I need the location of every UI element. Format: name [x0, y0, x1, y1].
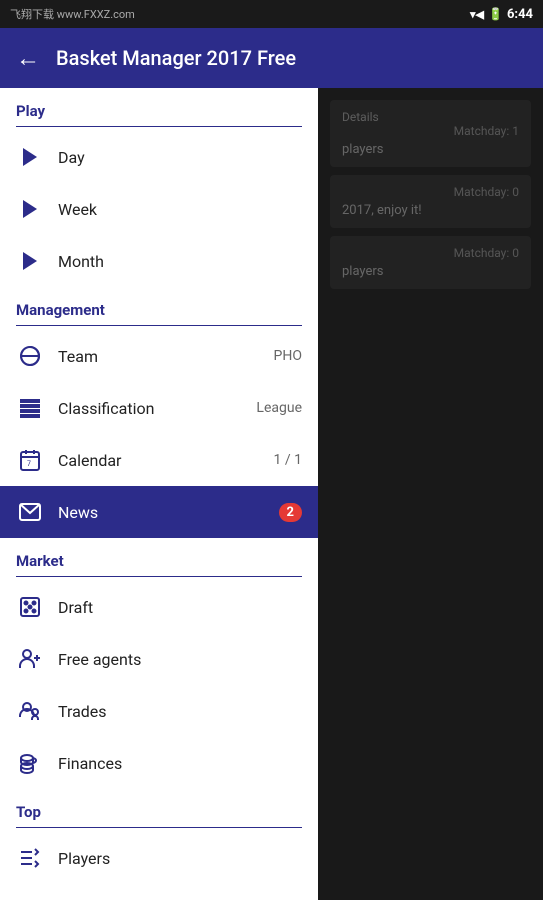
sidebar-item-label-draft: Draft — [58, 598, 302, 617]
sidebar-item-month[interactable]: Month — [0, 235, 318, 287]
rank-icon — [16, 844, 44, 872]
play-icon — [16, 247, 44, 275]
sidebar-item-badge-news: 2 — [279, 503, 302, 522]
sidebar-item-news[interactable]: News 2 — [0, 486, 318, 538]
section-divider-management — [16, 325, 302, 326]
sidebar-item-label-news: News — [58, 503, 265, 522]
list-icon — [16, 394, 44, 422]
sidebar-item-calendar[interactable]: 7 Calendar 1 / 1 — [0, 434, 318, 486]
overlay — [318, 88, 543, 900]
status-left-text: 飞翔下载 www.FXXZ.com — [10, 6, 135, 22]
sidebar-item-sub-calendar: 1 / 1 — [274, 452, 302, 468]
sidebar-item-trades[interactable]: Trades — [0, 685, 318, 737]
sidebar-item-draft[interactable]: Draft — [0, 581, 318, 633]
sidebar-item-team[interactable]: Team PHO — [0, 330, 318, 382]
section-header-top: Top — [0, 789, 318, 827]
sidebar-item-label-classification: Classification — [58, 399, 242, 418]
play-icon — [16, 143, 44, 171]
sidebar-item-finances[interactable]: Finances — [0, 737, 318, 789]
section-divider-top — [16, 827, 302, 828]
swap-icon — [16, 697, 44, 725]
calendar-icon: 7 — [16, 446, 44, 474]
person-add-icon — [16, 645, 44, 673]
mail-icon — [16, 498, 44, 526]
time-display: 6:44 — [507, 7, 533, 22]
basketball-icon — [16, 342, 44, 370]
battery-icon: 🔋 — [488, 7, 503, 21]
svg-text:7: 7 — [27, 460, 31, 468]
sidebar-item-label-month: Month — [58, 252, 302, 271]
sidebar-item-sub-classification: League — [256, 400, 302, 416]
sidebar-item-label-calendar: Calendar — [58, 451, 260, 470]
sidebar-item-label-finances: Finances — [58, 754, 302, 773]
section-divider-play — [16, 126, 302, 127]
main-content: Play Day Week Month Management Team PHO Classif… — [0, 88, 543, 900]
status-bar: 飞翔下载 www.FXXZ.com ▾◀ 🔋 6:44 — [0, 0, 543, 28]
app-title: Basket Manager 2017 Free — [56, 46, 296, 70]
sidebar-item-label-free-agents: Free agents — [58, 650, 302, 669]
section-header-management: Management — [0, 287, 318, 325]
section-divider-market — [16, 576, 302, 577]
sidebar-item-free-agents[interactable]: Free agents — [0, 633, 318, 685]
sidebar-item-sub-team: PHO — [274, 348, 302, 364]
status-right: ▾◀ 🔋 6:44 — [470, 7, 533, 22]
sidebar-item-day[interactable]: Day — [0, 131, 318, 183]
back-button[interactable]: ← — [16, 44, 40, 73]
sidebar-item-label-players: Players — [58, 849, 302, 868]
signal-icon: ▾◀ — [470, 8, 484, 21]
play-icon — [16, 195, 44, 223]
sidebar-item-players[interactable]: Players — [0, 832, 318, 884]
coins-icon — [16, 749, 44, 777]
rank-icon — [16, 896, 44, 900]
dice-icon — [16, 593, 44, 621]
section-header-play: Play — [0, 88, 318, 126]
sidebar-item-label-trades: Trades — [58, 702, 302, 721]
sidebar-item-label-week: Week — [58, 200, 302, 219]
sidebar-item-label-day: Day — [58, 148, 302, 167]
app-bar: ← Basket Manager 2017 Free — [0, 28, 543, 88]
sidebar-item-classification[interactable]: Classification League — [0, 382, 318, 434]
sidebar-item-label-team: Team — [58, 347, 260, 366]
sidebar: Play Day Week Month Management Team PHO Classif… — [0, 88, 318, 900]
section-header-market: Market — [0, 538, 318, 576]
sidebar-item-week[interactable]: Week — [0, 183, 318, 235]
sidebar-item-sophomores[interactable]: Sophomores — [0, 884, 318, 900]
